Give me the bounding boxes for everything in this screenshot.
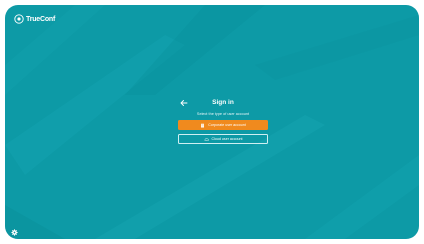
brand-logo: TrueConf — [14, 14, 55, 24]
signin-panel: Sign in Select the type of user account … — [175, 97, 271, 144]
app-window: TrueConf Sign in Select the type of user… — [5, 5, 419, 239]
corporate-account-button[interactable]: Corporate user account — [178, 120, 268, 130]
brand-name: TrueConf — [26, 15, 56, 23]
corporate-account-label: Corporate user account — [208, 123, 246, 127]
cloud-account-button[interactable]: Cloud user account — [178, 134, 268, 144]
signin-title: Sign in — [212, 99, 234, 106]
signin-header: Sign in — [175, 97, 271, 109]
gear-icon[interactable] — [11, 229, 18, 236]
cloud-icon — [204, 137, 209, 141]
building-icon — [201, 123, 205, 127]
signin-subtitle: Select the type of user account — [196, 112, 250, 116]
cloud-account-label: Cloud user account — [211, 137, 243, 141]
trueconf-logo-icon — [14, 14, 24, 24]
